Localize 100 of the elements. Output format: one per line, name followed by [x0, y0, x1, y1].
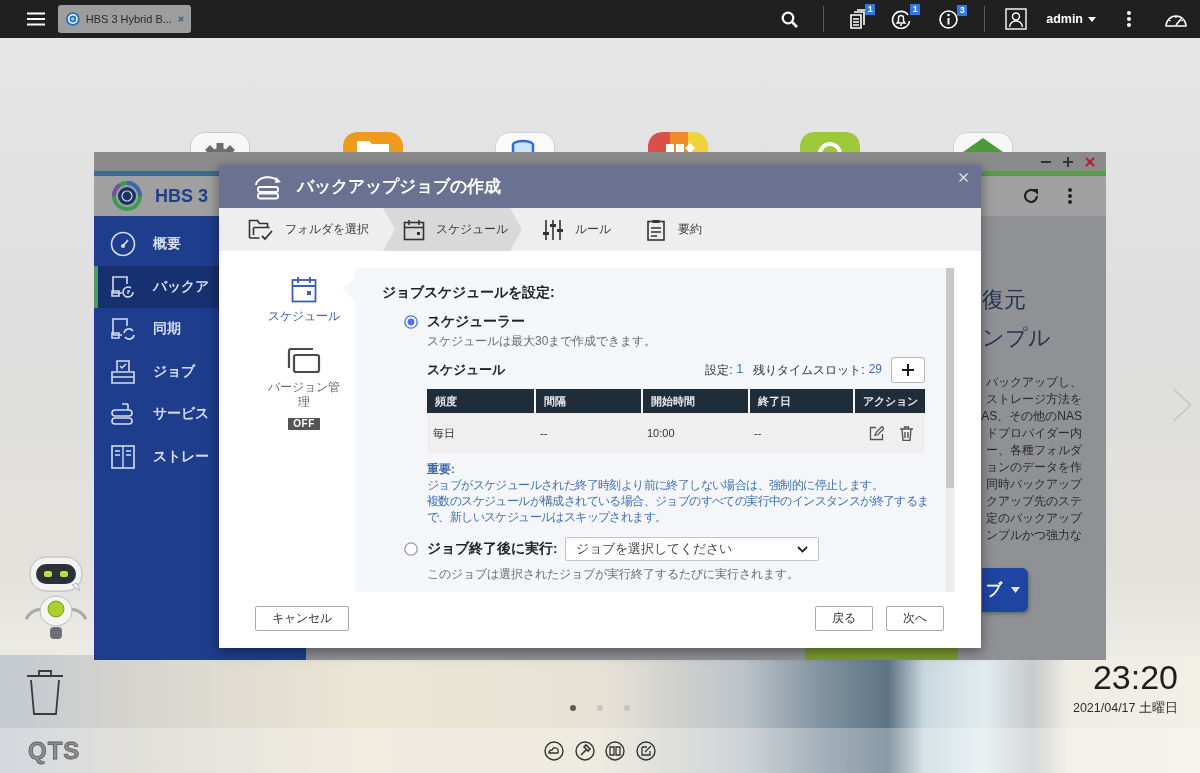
- description-line: ストレージ方法を: [986, 391, 1082, 408]
- settings-icon[interactable]: [190, 132, 250, 152]
- cloud-icon[interactable]: [544, 740, 565, 761]
- caret-icon: [1011, 587, 1020, 593]
- description-line: ドプロバイダー内: [986, 425, 1082, 442]
- column-header: 頻度: [427, 389, 534, 413]
- table-cell: --: [754, 427, 762, 439]
- page-dot[interactable]: [570, 705, 576, 711]
- option-label: ジョブ終了後に実行:: [427, 540, 558, 558]
- app-logo-icon: [66, 10, 80, 28]
- maximize-icon[interactable]: [1063, 156, 1073, 167]
- search-icon[interactable]: [781, 10, 799, 28]
- clock-time: 23:20: [1091, 657, 1178, 697]
- stat-value: 29: [868, 361, 882, 378]
- plus-icon: [902, 364, 914, 376]
- notification-badge: 1: [865, 4, 876, 15]
- trash-icon[interactable]: [900, 425, 913, 441]
- description-line: ー、各種フォルダ: [986, 442, 1082, 459]
- description-line: ンプルかつ強力な: [986, 527, 1082, 544]
- step-label: スケジュール: [436, 221, 508, 238]
- database-icon[interactable]: [495, 132, 555, 152]
- table-title: スケジュール: [427, 361, 505, 379]
- notice-text: ジョブがスケジュールされた終了時刻より前に終了しない場合は、強制的に停止します。: [427, 477, 884, 493]
- calendar-icon: [291, 276, 317, 303]
- book-icon[interactable]: [605, 740, 626, 761]
- scrollbar-thumb[interactable]: [946, 268, 954, 488]
- more-icon[interactable]: [1068, 188, 1072, 204]
- stat-label: 残りタイムスロット:: [753, 361, 865, 379]
- table-cell: 10:00: [647, 427, 675, 439]
- back-button[interactable]: 戻る: [815, 606, 873, 631]
- chevron-down-icon: [796, 545, 808, 553]
- info-icon[interactable]: [939, 9, 959, 29]
- job-dropdown[interactable]: ジョブを選択してください: [564, 537, 819, 561]
- server-stack-icon: [110, 401, 136, 428]
- clock-date: 2021/04/17 土曜日: [1072, 700, 1178, 716]
- radio-button[interactable]: [404, 542, 418, 556]
- clipboard-icon: [645, 218, 667, 241]
- caret-icon: [1088, 16, 1096, 22]
- step-label: 要約: [678, 221, 702, 238]
- column-header: 終了日: [748, 389, 853, 413]
- hint-text: このジョブは選択されたジョブが実行終了するたびに実行されます。: [427, 566, 800, 582]
- column-header: 開始時間: [641, 389, 748, 413]
- hammer-icon[interactable]: [574, 740, 595, 761]
- page-dot[interactable]: [597, 705, 603, 711]
- notice-title: 重要:: [427, 461, 456, 477]
- windows-icon: [287, 348, 321, 374]
- description-line: 同時バックアップ: [986, 476, 1082, 493]
- notification-badge: 3: [957, 4, 968, 16]
- sidebar-item[interactable]: ストレー: [94, 435, 306, 478]
- description-line: ョンのデータを作: [986, 459, 1082, 476]
- calendar-icon: [403, 218, 425, 241]
- side-nav-item[interactable]: バージョン管理 OFF: [264, 348, 344, 430]
- sliders-icon: [542, 218, 564, 241]
- house-icon[interactable]: [952, 132, 1013, 152]
- refresh-icon[interactable]: [1022, 187, 1040, 205]
- trash-icon[interactable]: [25, 668, 65, 716]
- notification-badge: 1: [910, 4, 921, 15]
- edit-icon[interactable]: [635, 740, 656, 761]
- table-cell: 毎日: [433, 425, 455, 441]
- documents-icon[interactable]: [850, 9, 867, 29]
- status-badge: OFF: [288, 418, 320, 430]
- stat-label: 設定:: [705, 361, 733, 379]
- column-header: 間隔: [534, 389, 641, 413]
- gauge-icon: [110, 231, 136, 258]
- next-button[interactable]: 次へ: [886, 606, 944, 631]
- description-line: クアップ先のステ: [986, 493, 1082, 510]
- hint-text: スケジュールは最大30まで作成できます。: [427, 333, 658, 349]
- app-name: HBS 3: [155, 185, 208, 207]
- stat-value: 1: [736, 361, 744, 378]
- description-line: バックアップし、: [986, 374, 1082, 391]
- user-menu[interactable]: admin: [1046, 12, 1096, 26]
- cancel-button[interactable]: キャンセル: [255, 606, 349, 631]
- radio-button[interactable]: [404, 315, 418, 329]
- dialog-title: バックアップジョブの作成: [297, 176, 501, 198]
- device-sync-icon: [110, 316, 136, 343]
- description-line: AS、その他のNAS: [981, 408, 1082, 425]
- edit-icon[interactable]: [869, 425, 884, 441]
- heading: 復元: [982, 287, 1027, 313]
- folder-check-icon: [248, 217, 274, 242]
- option-label: スケジューラー: [427, 313, 525, 331]
- description-line: 定のバックアップ: [986, 510, 1082, 527]
- step-label: フォルダを選択: [285, 221, 369, 238]
- app-logo-icon: [112, 181, 142, 211]
- add-button[interactable]: [891, 357, 925, 383]
- menu-button[interactable]: ブ: [982, 568, 1028, 612]
- device-refresh-icon: [110, 273, 136, 300]
- bell-icon[interactable]: [891, 9, 912, 29]
- page-dot[interactable]: [624, 705, 630, 711]
- notice-text: 複数のスケジュールが構成されている場合、ジョブのすべての実行中のインスタンスが終了するまで、新しいスケジュールはスキップされます。: [427, 493, 930, 525]
- logo-text: QTS: [28, 736, 81, 765]
- table-cell: --: [540, 427, 548, 439]
- tray-check-icon: [110, 358, 136, 385]
- section-title: ジョブスケジュールを設定:: [382, 283, 556, 301]
- more-icon[interactable]: [1127, 11, 1131, 27]
- heading: ンプル: [982, 325, 1052, 351]
- close-icon[interactable]: [177, 15, 184, 23]
- menu-icon[interactable]: [27, 12, 45, 26]
- cabinet-icon: [110, 443, 136, 470]
- app-tab[interactable]: HBS 3 Hybrid B...: [58, 5, 191, 33]
- user-icon[interactable]: [1005, 8, 1028, 30]
